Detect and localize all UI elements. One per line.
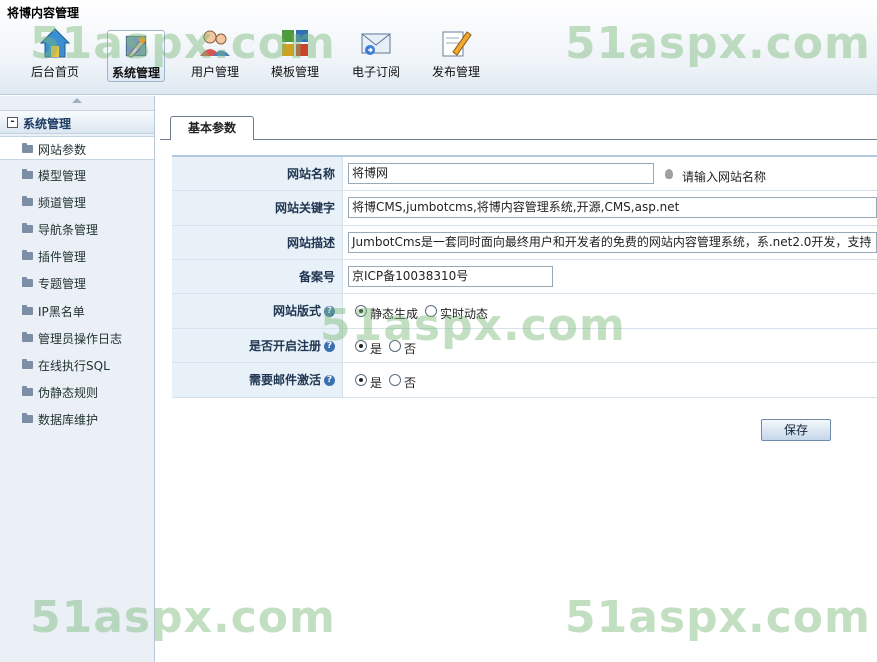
folder-icon [22,196,33,206]
folder-icon [22,143,33,153]
sidebar-section-header[interactable]: - 系统管理 [0,110,154,134]
field-label: 需要邮件激活? [172,363,343,397]
sidebar-item-label: 频道管理 [38,196,87,210]
keywords-input[interactable]: 将博CMS,jumbotcms,将博内容管理系统,开源,CMS,asp.net [348,197,877,218]
folder-icon [22,277,33,287]
nav-users-button[interactable]: 用户管理 [188,26,242,84]
form-row-site-mode: 网站版式? 静态生成 实时动态 [172,294,877,329]
field-label: 网站关键字 [172,191,343,225]
nav-publish-label: 发布管理 [431,65,480,79]
field-label: 备案号 [172,260,343,293]
sidebar-item-label: 导航条管理 [38,223,99,237]
sidebar-item-navbar[interactable]: 导航条管理 [0,217,154,241]
nav-subscribe-button[interactable]: 电子订阅 [349,26,403,84]
sidebar-item-ip-blacklist[interactable]: IP黑名单 [0,299,154,323]
app-title: 将博内容管理 [7,6,80,20]
field-label: 网站名称 [172,157,343,190]
nav-home-button[interactable]: 后台首页 [29,26,81,84]
folder-icon [22,386,33,396]
site-name-hint: 请输入网站名称 [682,170,767,184]
sidebar: - 系统管理 网站参数 模型管理 频道管理 导航条管理 插件管理 专题管理 IP… [0,96,155,662]
top-toolbar: 将博内容管理 后台首页 系统管理 用户管理 模板管理 电子订阅 发布管理 [0,0,877,95]
nav-system-button[interactable]: 系统管理 [107,30,165,82]
radio-label: 是 [370,376,383,390]
sidebar-item-label: 专题管理 [38,277,87,291]
nav-templates-button[interactable]: 模板管理 [268,26,322,84]
site-mode-dynamic-radio[interactable] [425,305,437,317]
sidebar-item-run-sql[interactable]: 在线执行SQL [0,353,154,377]
sidebar-item-channels[interactable]: 频道管理 [0,190,154,214]
sidebar-item-site-params[interactable]: 网站参数 [0,136,154,160]
nav-home-label: 后台首页 [30,65,79,79]
folder-icon [22,332,33,342]
email-activate-yes-radio[interactable] [355,374,367,386]
register-yes-radio[interactable] [355,340,367,352]
radio-label: 实时动态 [440,307,489,321]
site-mode-static-radio[interactable] [355,305,367,317]
form-row-site-name: 网站名称 将博网 请输入网站名称 [172,157,877,191]
template-puzzle-icon [282,30,308,56]
radio-label: 是 [370,342,383,356]
form-row-icp: 备案号 京ICP备10038310号 [172,260,877,294]
email-activate-no-radio[interactable] [389,374,401,386]
tab-strip-line [160,139,877,140]
save-button[interactable]: 保存 [761,419,831,441]
sidebar-item-models[interactable]: 模型管理 [0,163,154,187]
radio-label: 否 [404,376,417,390]
sidebar-item-label: 插件管理 [38,250,87,264]
radio-label: 静态生成 [370,307,419,321]
form-row-description: 网站描述 JumbotCms是一套同时面向最终用户和开发者的免费的网站内容管理系… [172,226,877,260]
help-question-icon[interactable]: ? [324,306,335,317]
radio-label: 否 [404,342,417,356]
register-no-radio[interactable] [389,340,401,352]
tab-basic-params[interactable]: 基本参数 [170,116,254,140]
email-subscribe-icon [361,33,391,55]
field-label: 是否开启注册? [172,329,343,362]
settings-form: 网站名称 将博网 请输入网站名称 网站关键字 将博CMS,jumbotcms,将… [172,155,877,398]
system-tools-icon [125,35,147,59]
description-input[interactable]: JumbotCms是一套同时面向最终用户和开发者的免费的网站内容管理系统，系.n… [348,232,877,253]
folder-icon [22,169,33,179]
nav-subscribe-label: 电子订阅 [351,65,400,79]
sidebar-item-admin-log[interactable]: 管理员操作日志 [0,326,154,350]
folder-icon [22,305,33,315]
site-name-input[interactable]: 将博网 [348,163,654,184]
home-icon [39,28,71,58]
folder-icon [22,359,33,369]
sidebar-collapse-arrow-icon[interactable] [72,98,82,103]
nav-templates-label: 模板管理 [270,65,319,79]
form-row-email-activate: 需要邮件激活? 是 否 [172,363,877,398]
nav-system-label: 系统管理 [111,66,160,80]
sidebar-item-db-maintenance[interactable]: 数据库维护 [0,407,154,431]
sidebar-item-label: 模型管理 [38,169,87,183]
folder-icon [22,250,33,260]
sidebar-item-label: 伪静态规则 [38,386,99,400]
sidebar-item-label: 管理员操作日志 [38,332,123,346]
field-label: 网站版式? [172,294,343,328]
form-row-register: 是否开启注册? 是 否 [172,329,877,363]
sidebar-item-label: 数据库维护 [38,413,99,427]
nav-users-label: 用户管理 [190,65,239,79]
sidebar-item-label: 网站参数 [38,143,87,157]
users-icon [200,30,230,56]
folder-icon [22,223,33,233]
field-label: 网站描述 [172,226,343,259]
publish-pen-icon [442,31,472,57]
icp-input[interactable]: 京ICP备10038310号 [348,266,553,287]
sidebar-item-label: 在线执行SQL [38,359,110,373]
help-question-icon[interactable]: ? [324,341,335,352]
help-question-icon[interactable]: ? [324,375,335,386]
folder-icon [22,413,33,423]
nav-publish-button[interactable]: 发布管理 [429,26,483,84]
sidebar-item-label: IP黑名单 [38,305,85,319]
sidebar-item-plugins[interactable]: 插件管理 [0,244,154,268]
collapse-minus-icon[interactable]: - [7,117,18,128]
form-row-keywords: 网站关键字 将博CMS,jumbotcms,将博内容管理系统,开源,CMS,as… [172,191,877,226]
sidebar-section-title: 系统管理 [23,117,72,131]
watermark: 51aspx.com [565,592,871,643]
sidebar-item-topics[interactable]: 专题管理 [0,271,154,295]
sidebar-item-rewrite-rules[interactable]: 伪静态规则 [0,380,154,404]
lightbulb-hint-icon [665,169,673,179]
